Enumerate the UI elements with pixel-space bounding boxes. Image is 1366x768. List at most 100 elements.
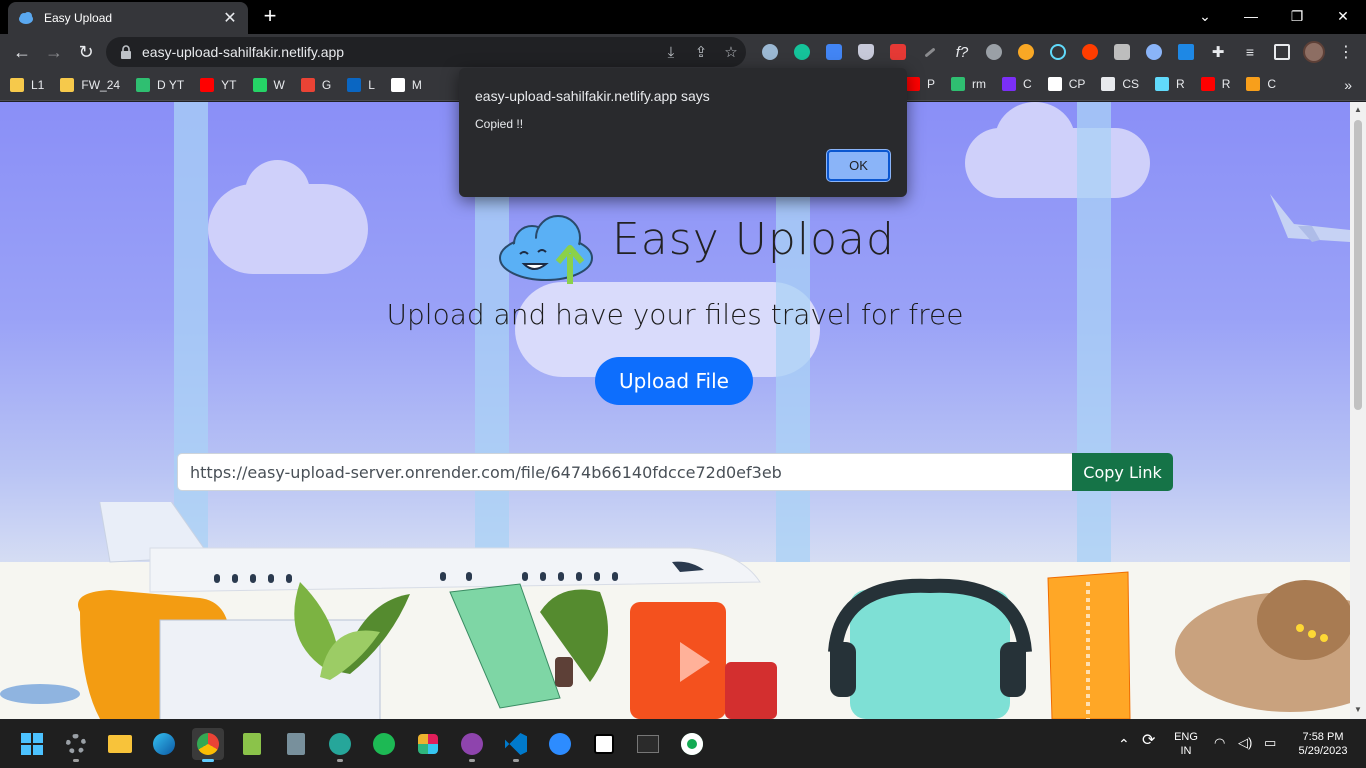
start-button[interactable] bbox=[16, 728, 48, 760]
reload-icon[interactable]: ↻ bbox=[72, 38, 100, 66]
edge-browser-icon[interactable] bbox=[148, 728, 180, 760]
bookmark-favicon-icon bbox=[1155, 77, 1170, 91]
windows-logo-icon bbox=[21, 733, 43, 755]
install-icon[interactable]: ⤓ bbox=[656, 37, 686, 67]
extension-icon[interactable] bbox=[1012, 38, 1040, 66]
side-panel-icon[interactable] bbox=[1268, 38, 1296, 66]
extensions-puzzle-icon[interactable]: ✚ bbox=[1204, 38, 1232, 66]
media-controls-icon[interactable]: ≡ bbox=[1236, 38, 1264, 66]
address-bar[interactable]: easy-upload-sahilfakir.netlify.app ⤓ ⇪ ☆ bbox=[106, 37, 746, 67]
bookmark-item[interactable]: M bbox=[390, 78, 422, 92]
update-sync-icon[interactable]: ⟳ bbox=[1142, 733, 1155, 749]
bookmark-label: L bbox=[368, 78, 375, 92]
bookmark-label: rm bbox=[972, 77, 987, 91]
file-explorer-icon[interactable] bbox=[104, 728, 136, 760]
battery-icon[interactable]: ▭ bbox=[1264, 736, 1276, 750]
extension-icon[interactable] bbox=[756, 38, 784, 66]
clock-time: 7:58 PM bbox=[1302, 731, 1344, 743]
bookmark-label: C bbox=[1023, 77, 1032, 91]
bookmark-favicon-icon bbox=[200, 78, 215, 92]
cloud-icon bbox=[19, 12, 33, 24]
maps-globe-icon[interactable] bbox=[324, 728, 356, 762]
bookmark-item[interactable]: L1 bbox=[10, 78, 44, 92]
shield-icon[interactable] bbox=[852, 38, 880, 66]
scroll-down-icon[interactable]: ▼ bbox=[1354, 706, 1362, 714]
bookmark-item[interactable]: R bbox=[1155, 77, 1185, 91]
minimize-button[interactable]: — bbox=[1228, 0, 1274, 32]
airplane-illustration bbox=[1270, 194, 1350, 242]
bookmark-item[interactable]: D YT bbox=[136, 78, 184, 92]
copy-link-button[interactable]: Copy Link bbox=[1072, 453, 1173, 491]
bookmark-item[interactable]: CP bbox=[1047, 77, 1085, 91]
github-icon[interactable] bbox=[456, 728, 488, 762]
app-title: Easy Upload bbox=[612, 214, 895, 265]
bookmark-favicon-icon bbox=[136, 78, 151, 92]
bookmark-item[interactable]: R bbox=[1200, 77, 1231, 91]
font-icon[interactable]: f? bbox=[948, 38, 976, 66]
forward-icon[interactable]: → bbox=[40, 38, 68, 66]
tray-chevron-icon[interactable]: ⌃ bbox=[1118, 737, 1130, 751]
bookmark-item[interactable]: W bbox=[252, 78, 285, 92]
zoom-icon[interactable] bbox=[544, 728, 576, 760]
pen-icon[interactable] bbox=[916, 38, 944, 66]
extension-icon[interactable] bbox=[1140, 38, 1168, 66]
volume-icon[interactable]: ◁) bbox=[1238, 736, 1252, 750]
terminal-icon[interactable] bbox=[632, 728, 664, 760]
new-tab-button[interactable]: + bbox=[258, 5, 282, 29]
tab-search-icon[interactable]: ⌄ bbox=[1182, 0, 1228, 32]
bookmark-item[interactable]: C bbox=[1246, 77, 1276, 91]
upload-file-button[interactable]: Upload File bbox=[595, 357, 753, 405]
clock-date: 5/29/2023 bbox=[1298, 745, 1348, 757]
clock[interactable]: 7:58 PM 5/29/2023 bbox=[1290, 730, 1356, 758]
bookmark-item[interactable]: C bbox=[1002, 77, 1032, 91]
extension-icon[interactable] bbox=[980, 38, 1008, 66]
bookmark-item[interactable]: L bbox=[347, 78, 375, 92]
bookmark-label: R bbox=[1221, 77, 1231, 91]
tab-easy-upload[interactable]: Easy Upload ✕ bbox=[8, 2, 248, 34]
bookmark-star-icon[interactable]: ☆ bbox=[716, 37, 746, 67]
react-devtools-icon[interactable] bbox=[1044, 38, 1072, 66]
bookmarks-more-icon[interactable]: » bbox=[1344, 77, 1352, 93]
screen-capture-icon[interactable] bbox=[820, 38, 848, 66]
close-window-button[interactable]: ✕ bbox=[1320, 0, 1366, 32]
chrome-icon[interactable] bbox=[192, 728, 224, 762]
language-indicator[interactable]: ENG IN bbox=[1170, 730, 1202, 758]
menu-kebab-icon[interactable]: ⋮ bbox=[1332, 38, 1360, 66]
profile-avatar[interactable] bbox=[1300, 38, 1328, 66]
extension-icon[interactable] bbox=[1076, 38, 1104, 66]
spotify-icon[interactable] bbox=[368, 728, 400, 760]
bookmark-item[interactable]: CS bbox=[1101, 77, 1139, 91]
bookmark-item[interactable]: G bbox=[300, 78, 331, 92]
bookmark-label: W bbox=[273, 78, 285, 92]
settings-gear-icon[interactable] bbox=[60, 728, 92, 762]
restore-button[interactable]: ❐ bbox=[1274, 0, 1320, 32]
background-cloud bbox=[995, 102, 1075, 177]
tab-close-icon[interactable]: ✕ bbox=[222, 8, 238, 28]
bookmark-item[interactable]: rm bbox=[951, 77, 986, 91]
bookmark-item[interactable]: FW_24 bbox=[60, 78, 120, 92]
slack-icon[interactable] bbox=[412, 728, 444, 760]
wifi-icon[interactable]: ◠ bbox=[1214, 736, 1225, 750]
tab-strip: Easy Upload ✕ + ⌄ — ❐ ✕ bbox=[0, 0, 1366, 34]
video-speed-icon[interactable] bbox=[884, 38, 912, 66]
notepad-icon[interactable] bbox=[236, 728, 268, 760]
share-icon[interactable]: ⇪ bbox=[686, 37, 716, 67]
share-link-field[interactable]: https://easy-upload-server.onrender.com/… bbox=[177, 453, 1073, 491]
bookmark-favicon-icon bbox=[1101, 77, 1116, 91]
back-icon[interactable]: ← bbox=[8, 38, 36, 66]
calculator-icon[interactable] bbox=[280, 728, 312, 760]
notion-icon[interactable] bbox=[588, 728, 620, 760]
bookmark-label: FW_24 bbox=[81, 78, 121, 92]
bookmark-item[interactable]: P bbox=[906, 77, 935, 91]
dialog-ok-button[interactable]: OK bbox=[827, 150, 890, 181]
page-scrollbar[interactable]: ▲ ▼ bbox=[1350, 102, 1366, 719]
camera-icon[interactable] bbox=[1108, 38, 1136, 66]
scroll-thumb[interactable] bbox=[1354, 120, 1362, 410]
bookmark-favicon-icon bbox=[347, 78, 362, 92]
scroll-up-icon[interactable]: ▲ bbox=[1354, 106, 1362, 114]
download-icon[interactable] bbox=[1172, 38, 1200, 66]
grammarly-icon[interactable] bbox=[788, 38, 816, 66]
vscode-icon[interactable] bbox=[500, 728, 532, 762]
mongodb-icon[interactable] bbox=[676, 728, 708, 760]
bookmark-item[interactable]: YT bbox=[200, 78, 237, 92]
